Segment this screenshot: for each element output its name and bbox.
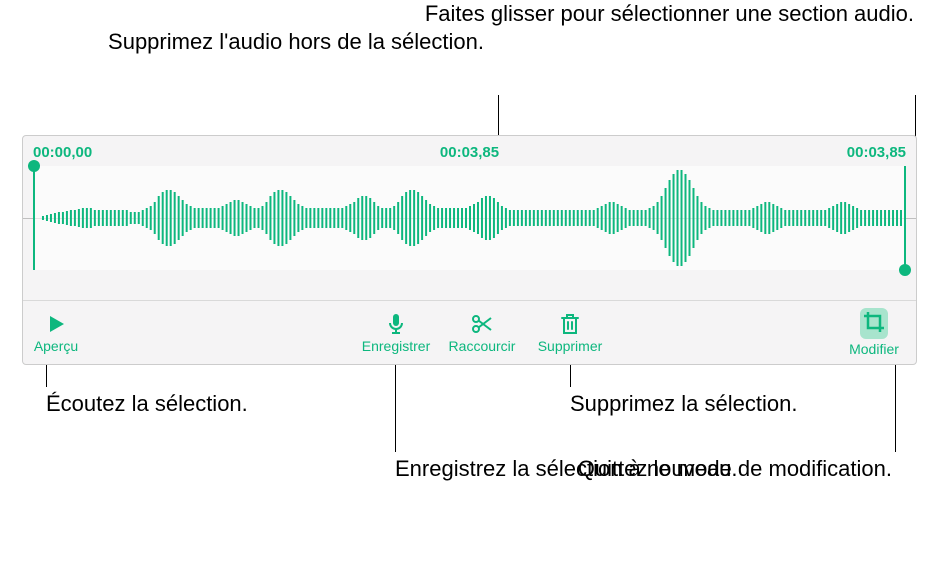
callout-remove-outside: Supprimez l'audio hors de la sélection. (108, 28, 484, 57)
waveform (33, 166, 906, 270)
button-label: Raccourcir (449, 338, 516, 354)
callout-line (570, 365, 571, 387)
callout-text: Quittez le mode de modification. (578, 456, 892, 481)
timestamp-start: 00:00,00 (33, 144, 92, 161)
microphone-icon (384, 312, 408, 336)
callout-text: Faites glisser pour sélectionner une sec… (425, 1, 914, 26)
editor-toolbar: Aperçu Enregistrer Raccourcir (23, 300, 916, 364)
crop-icon (862, 310, 886, 334)
callout-text: Supprimez la sélection. (570, 391, 797, 416)
callout-line (895, 365, 896, 452)
timestamps-row: 00:00,00 00:03,85 00:03,85 (23, 144, 916, 164)
timestamp-playhead: 00:03,85 (440, 144, 499, 161)
callout-listen: Écoutez la sélection. (46, 390, 248, 419)
callout-exit-edit: Quittez le mode de modification. (578, 455, 892, 484)
handle-dot-icon (899, 264, 911, 276)
trash-icon (558, 312, 582, 336)
trim-button[interactable]: Raccourcir (437, 312, 527, 354)
play-icon (44, 312, 68, 336)
handle-dot-icon (28, 160, 40, 172)
button-label: Aperçu (34, 338, 78, 354)
button-label: Modifier (849, 341, 899, 357)
waveform-area[interactable] (33, 166, 906, 270)
callout-drag-select: Faites glisser pour sélectionner une sec… (425, 0, 914, 29)
callout-text: Supprimez l'audio hors de la sélection. (108, 29, 484, 54)
delete-button[interactable]: Supprimer (525, 312, 615, 354)
edit-mode-button[interactable]: Modifier (834, 308, 914, 357)
selection-handle-left[interactable] (33, 166, 35, 270)
callout-line (395, 365, 396, 452)
record-button[interactable]: Enregistrer (351, 312, 441, 354)
callout-line (46, 365, 47, 387)
selection-handle-right[interactable] (904, 166, 906, 270)
preview-button[interactable]: Aperçu (21, 312, 91, 354)
scissors-icon (470, 312, 494, 336)
button-label: Enregistrer (362, 338, 430, 354)
audio-editor-panel: 00:00,00 00:03,85 00:03,85 (22, 135, 917, 365)
callout-delete-selection: Supprimez la sélection. (570, 390, 797, 419)
button-label: Supprimer (538, 338, 603, 354)
callout-text: Écoutez la sélection. (46, 391, 248, 416)
timestamp-end: 00:03,85 (847, 144, 906, 161)
